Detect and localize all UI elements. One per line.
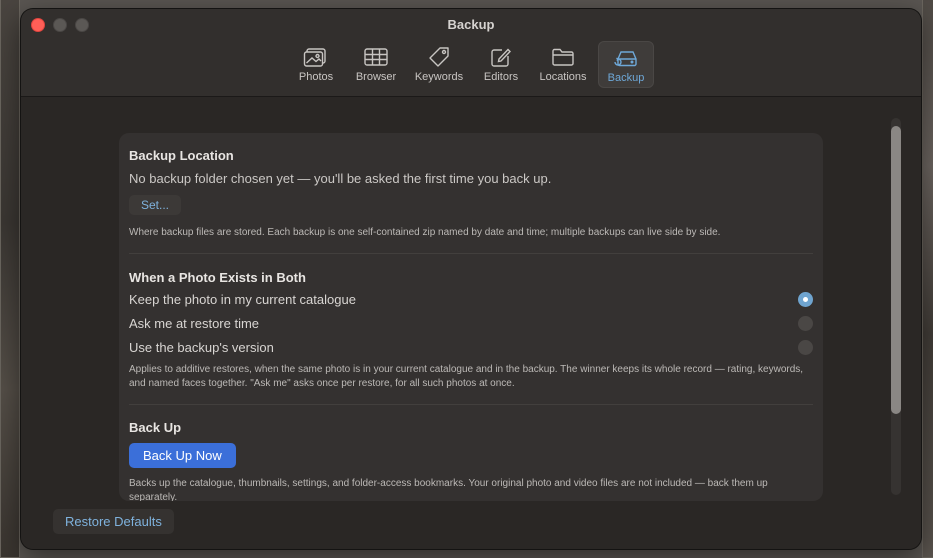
radio-label: Use the backup's version xyxy=(129,340,274,355)
backup-drive-icon xyxy=(614,51,637,67)
preferences-toolbar: Photos Browser Keywords Editors Location… xyxy=(21,41,921,88)
photos-icon xyxy=(303,48,326,67)
background-photo xyxy=(0,0,20,558)
tab-locations[interactable]: Locations xyxy=(532,41,594,88)
radio-label: Keep the photo in my current catalogue xyxy=(129,292,356,307)
window-title: Backup xyxy=(447,17,495,32)
set-location-button[interactable]: Set... xyxy=(129,195,182,215)
divider xyxy=(129,404,813,405)
scrollbar-thumb[interactable] xyxy=(891,126,901,414)
preferences-window: Backup Photos Browser Keywords Editors L… xyxy=(21,9,921,549)
conflict-options: Keep the photo in my current catalogue A… xyxy=(129,290,813,370)
tab-browser[interactable]: Browser xyxy=(348,41,404,88)
preferences-content: Backup Location No backup folder chosen … xyxy=(21,98,921,549)
radio-label: Ask me at restore time xyxy=(129,316,260,331)
tab-label: Locations xyxy=(539,71,587,83)
backup-section: Back Up xyxy=(129,420,813,435)
background-photo xyxy=(922,0,933,558)
tab-backup[interactable]: Backup xyxy=(598,41,654,88)
tag-icon xyxy=(429,47,449,67)
radio-button[interactable] xyxy=(798,340,813,355)
pencil-square-icon xyxy=(491,48,511,67)
back-up-now-button[interactable]: Back Up Now xyxy=(129,443,236,468)
radio-button[interactable] xyxy=(798,316,813,331)
radio-option-ask[interactable]: Ask me at restore time xyxy=(129,314,813,334)
tab-label: Backup xyxy=(607,72,645,84)
tab-label: Photos xyxy=(298,71,334,83)
tab-keywords[interactable]: Keywords xyxy=(408,41,470,88)
folder-icon xyxy=(552,48,574,66)
backup-location-section: Backup Location xyxy=(129,148,813,163)
restore-defaults-button[interactable]: Restore Defaults xyxy=(53,509,174,534)
radio-option-keep-current[interactable]: Keep the photo in my current catalogue xyxy=(129,290,813,310)
conflict-note: Applies to additive restores, when the s… xyxy=(129,364,804,389)
tab-label: Browser xyxy=(355,71,397,83)
conflict-section: When a Photo Exists in Both xyxy=(129,270,813,285)
backup-note: Backs up the catalogue, thumbnails, sett… xyxy=(129,478,768,501)
tab-editors[interactable]: Editors xyxy=(474,41,528,88)
titlebar: Backup Photos Browser Keywords Editors L… xyxy=(21,9,921,97)
tab-label: Editors xyxy=(483,71,519,83)
tab-label: Keywords xyxy=(414,71,464,83)
settings-card: Backup Location No backup folder chosen … xyxy=(119,133,823,501)
tab-photos[interactable]: Photos xyxy=(288,41,344,88)
backup-location-status: No backup folder chosen yet — you'll be … xyxy=(129,171,552,186)
scrollbar[interactable] xyxy=(891,118,901,495)
section-heading: Back Up xyxy=(129,420,182,435)
section-heading: Backup Location xyxy=(129,148,234,163)
grid-icon xyxy=(364,48,388,66)
divider xyxy=(129,253,813,254)
radio-button[interactable] xyxy=(798,292,813,307)
section-heading: When a Photo Exists in Both xyxy=(129,270,306,285)
radio-option-backup-version[interactable]: Use the backup's version xyxy=(129,338,813,358)
backup-location-note: Where backup files are stored. Each back… xyxy=(129,227,721,238)
